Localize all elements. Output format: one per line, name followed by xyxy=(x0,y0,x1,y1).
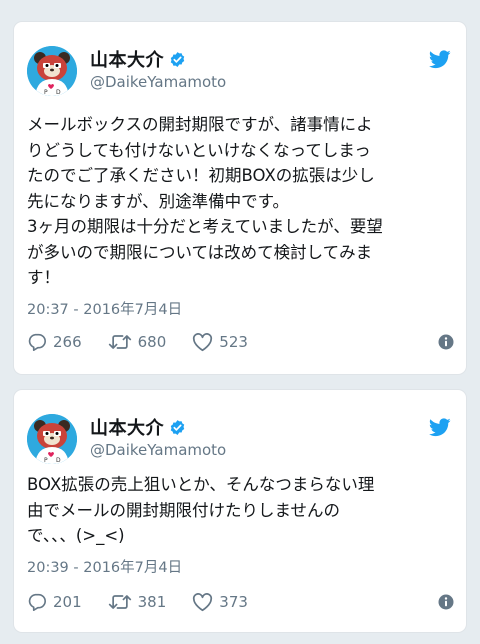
reply-icon xyxy=(28,333,46,351)
tweet-actions: 266 680 523 xyxy=(27,330,454,354)
display-name-text[interactable]: 山本大介 xyxy=(90,46,164,72)
heart-icon xyxy=(193,592,213,611)
like-count: 523 xyxy=(219,333,248,351)
display-name[interactable]: 山本大介 xyxy=(90,414,186,440)
retweet-count: 381 xyxy=(137,593,167,611)
reply-button[interactable]: 266 xyxy=(27,333,82,351)
display-name[interactable]: 山本大介 xyxy=(90,46,186,72)
info-icon[interactable] xyxy=(438,334,454,350)
verified-badge-icon xyxy=(170,419,185,435)
reply-icon xyxy=(28,593,46,611)
svg-text:D: D xyxy=(56,457,61,464)
twitter-bird-icon[interactable] xyxy=(429,418,451,437)
verified-badge-icon xyxy=(170,51,185,67)
tweet-card[interactable]: P D 山本大介 @DaikeYamamoto メールボックスの開封期限ですが、… xyxy=(14,22,466,374)
tweet-text: メールボックスの開封期限ですが、諸事情によ りどうしても付けないといけなくなって… xyxy=(27,115,383,287)
reply-count: 266 xyxy=(53,333,82,351)
reply-button[interactable]: 201 xyxy=(27,593,82,611)
retweet-icon xyxy=(108,595,131,609)
info-icon[interactable] xyxy=(438,594,454,610)
tweet-timestamp[interactable]: 20:37 - 2016年7月4日 xyxy=(27,298,182,319)
avatar[interactable]: P D xyxy=(27,46,77,96)
bear-mascot-image: P D xyxy=(27,46,77,96)
heart-icon xyxy=(193,332,213,351)
svg-text:P: P xyxy=(44,89,48,96)
handle[interactable]: @DaikeYamamoto xyxy=(90,441,226,459)
retweet-icon xyxy=(108,335,131,349)
tweet-text: BOX拡張の売上狙いとか、そんなつまらない理 由でメールの開封期限付けたりしませ… xyxy=(27,475,375,545)
twitter-bird-icon[interactable] xyxy=(429,50,451,69)
retweet-button[interactable]: 381 xyxy=(108,593,167,611)
like-button[interactable]: 523 xyxy=(192,332,248,352)
bear-mascot-image: P D xyxy=(27,414,77,464)
tweet-timestamp[interactable]: 20:39 - 2016年7月4日 xyxy=(27,556,182,577)
svg-text:P: P xyxy=(44,457,48,464)
like-button[interactable]: 373 xyxy=(192,592,248,612)
like-count: 373 xyxy=(219,593,248,611)
display-name-text[interactable]: 山本大介 xyxy=(90,414,164,440)
tweet-actions: 201 381 373 xyxy=(27,590,454,614)
avatar[interactable]: P D xyxy=(27,414,77,464)
handle[interactable]: @DaikeYamamoto xyxy=(90,73,226,91)
svg-text:D: D xyxy=(56,89,61,96)
retweet-count: 680 xyxy=(137,333,167,351)
tweet-card[interactable]: P D 山本大介 @DaikeYamamoto BOX拡張の売上狙いとか、そんな… xyxy=(14,390,466,632)
retweet-button[interactable]: 680 xyxy=(108,333,167,351)
reply-count: 201 xyxy=(53,593,82,611)
